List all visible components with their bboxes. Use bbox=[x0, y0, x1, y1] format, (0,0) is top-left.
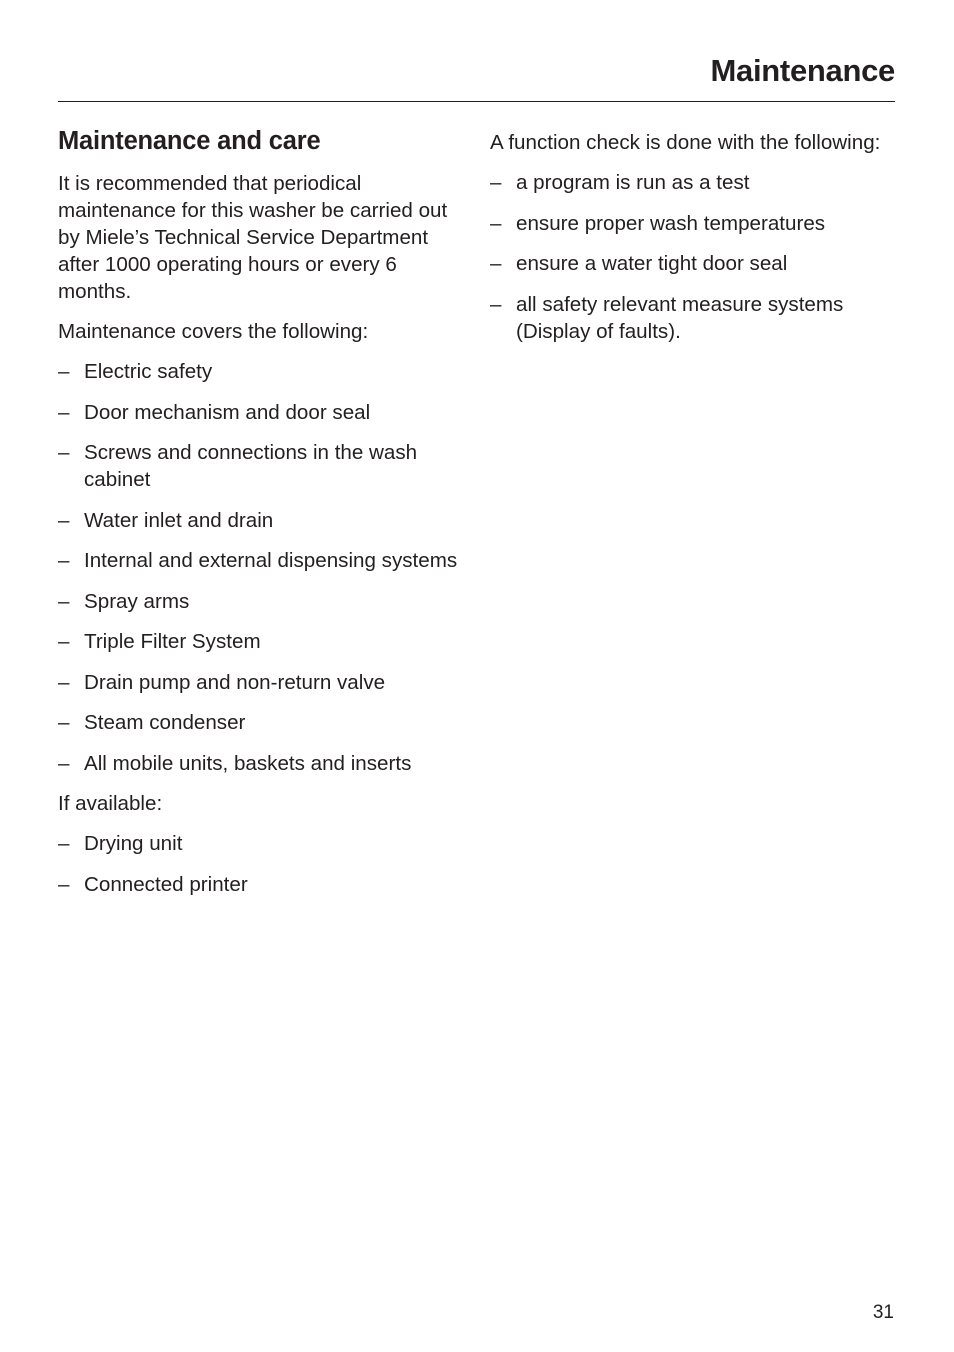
if-available-list: – Drying unit – Connected printer bbox=[58, 830, 468, 898]
dash-bullet-icon: – bbox=[58, 508, 70, 532]
list-item: – Connected printer bbox=[58, 872, 248, 896]
dash-bullet-icon: – bbox=[490, 252, 502, 275]
dash-bullet-icon: – bbox=[58, 549, 70, 572]
dash-bullet-icon: – bbox=[490, 211, 502, 235]
page-header: Maintenance bbox=[58, 50, 895, 102]
list-item: – ensure a water tight door seal bbox=[490, 252, 788, 275]
function-check-intro: A function check is done with the follow… bbox=[490, 131, 881, 154]
dash-bullet-icon: – bbox=[58, 751, 70, 775]
list-item: – all safety relevant measure systems (Di… bbox=[490, 292, 844, 343]
list-item: – Door mechanism and door seal bbox=[58, 400, 371, 424]
dash-bullet-icon: – bbox=[58, 441, 70, 464]
list-item: – a program is run as a test bbox=[490, 171, 750, 194]
page-number: 31 bbox=[872, 1302, 894, 1323]
dash-bullet-icon: – bbox=[58, 589, 70, 613]
dash-bullet-icon: – bbox=[490, 171, 502, 194]
dash-bullet-icon: – bbox=[58, 711, 70, 734]
list-item: – Screws and connections in the wash cabi… bbox=[58, 441, 418, 491]
if-available-label: If available: bbox=[58, 792, 163, 815]
dash-bullet-icon: – bbox=[58, 832, 70, 855]
page-title: Maintenance bbox=[710, 53, 896, 88]
dash-bullet-icon: – bbox=[58, 670, 70, 694]
list-item: – Electric safety bbox=[58, 360, 213, 383]
list-item: – Drain pump and non-return valve bbox=[58, 670, 386, 694]
section-title: Maintenance and care bbox=[58, 127, 321, 155]
left-column: Maintenance and care It is recommended t… bbox=[58, 124, 468, 911]
dash-bullet-icon: – bbox=[58, 630, 70, 653]
dash-bullet-icon: – bbox=[58, 400, 70, 424]
covers-label: Maintenance covers the following: bbox=[58, 320, 369, 343]
list-item: – All mobile units, baskets and inserts bbox=[58, 751, 412, 775]
dash-bullet-icon: – bbox=[490, 292, 502, 316]
list-item: – Triple Filter System bbox=[58, 630, 261, 653]
maintenance-covers-list: – Electric safety – Door mechanism and doo… bbox=[58, 358, 468, 777]
list-item: – ensure proper wash temperatures bbox=[490, 211, 826, 235]
dash-bullet-icon: – bbox=[58, 872, 70, 896]
list-item: – Spray arms bbox=[58, 589, 190, 613]
list-item: – Internal and external dispensing system… bbox=[58, 549, 458, 572]
intro-paragraph: It is recommended that periodical mainte… bbox=[58, 172, 448, 303]
function-check-list: – a program is run as a test – ensure prop… bbox=[490, 169, 900, 345]
list-item: – Drying unit bbox=[58, 832, 183, 855]
list-item: – Water inlet and drain bbox=[58, 508, 274, 532]
right-column: A function check is done with the follow… bbox=[490, 129, 900, 358]
dash-bullet-icon: – bbox=[58, 360, 70, 383]
list-item: – Steam condenser bbox=[58, 711, 246, 734]
